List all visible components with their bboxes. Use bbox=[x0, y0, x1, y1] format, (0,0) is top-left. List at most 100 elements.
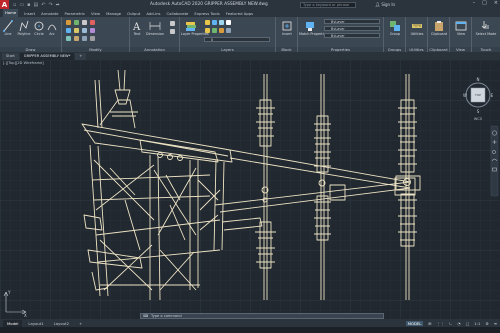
snap-icon[interactable]: ⋮⋮ bbox=[437, 321, 445, 326]
open-file-icon[interactable]: ▭ bbox=[19, 2, 24, 8]
layout-tab-model[interactable]: Model bbox=[3, 319, 23, 327]
utilities-tool[interactable]: Utilities bbox=[407, 20, 427, 36]
wcs-menu[interactable]: WCS bbox=[474, 117, 483, 121]
tab-output[interactable]: Output bbox=[127, 11, 140, 16]
polyline-tool[interactable]: Polyline bbox=[16, 20, 32, 36]
clipboard-panel: Clipboard Clipboard bbox=[428, 17, 450, 52]
trim-icon[interactable] bbox=[82, 20, 87, 25]
viewcube-south[interactable]: S bbox=[477, 109, 480, 114]
fillet-icon[interactable] bbox=[82, 28, 87, 33]
linetype-dropdown[interactable]: ByLayer bbox=[324, 33, 380, 38]
viewport-controls-label[interactable]: [-][Top][2D Wireframe] bbox=[3, 61, 44, 65]
tab-featured-apps[interactable]: Featured Apps bbox=[226, 11, 253, 16]
viewcube-north[interactable]: N bbox=[477, 77, 480, 82]
sign-in-button[interactable]: 👤︎ Sign In bbox=[375, 2, 395, 7]
layer-walk-icon[interactable] bbox=[212, 28, 217, 33]
offset-icon[interactable] bbox=[90, 36, 95, 41]
modify-panel: Modify bbox=[62, 17, 130, 52]
match-properties-icon bbox=[306, 22, 314, 31]
copy-icon[interactable] bbox=[66, 28, 71, 33]
undo-icon[interactable]: ↶ bbox=[41, 2, 45, 8]
layer-lock-icon[interactable] bbox=[219, 20, 224, 25]
tab-home[interactable]: Home bbox=[3, 9, 19, 17]
model-space-toggle[interactable]: MODEL bbox=[405, 320, 424, 326]
tab-insert[interactable]: Insert bbox=[24, 11, 35, 16]
file-tab-gripper-assembly[interactable]: GRIPPER ASSEMBLY NEW* bbox=[19, 53, 75, 60]
dimension-icon bbox=[149, 22, 161, 30]
tab-parametric[interactable]: Parametric bbox=[64, 11, 85, 16]
layer-isolate-icon[interactable] bbox=[205, 28, 210, 33]
group-tool[interactable]: Group bbox=[385, 20, 405, 36]
maximize-button[interactable]: □ bbox=[482, 0, 487, 6]
viewcube-face[interactable]: TOP bbox=[474, 93, 481, 97]
dimension-tool[interactable]: Dimension bbox=[144, 20, 166, 36]
line-tool[interactable]: Line bbox=[1, 20, 15, 36]
window-title: Autodesk AutoCAD 2020 GRIPPER ASSEMBLY N… bbox=[150, 2, 268, 7]
layer-dropdown[interactable]: 0 bbox=[204, 37, 270, 42]
ucs-x-label: X bbox=[24, 313, 27, 318]
minimize-button[interactable]: – bbox=[473, 0, 476, 6]
save-icon[interactable]: ▪ bbox=[27, 2, 30, 8]
share-icon[interactable]: ➦ bbox=[56, 2, 60, 8]
tab-manage[interactable]: Manage bbox=[106, 11, 121, 16]
clipboard-tool[interactable]: Clipboard bbox=[429, 20, 449, 36]
stretch-icon[interactable] bbox=[66, 36, 71, 41]
layer-previous-icon[interactable] bbox=[226, 28, 231, 33]
table-icon[interactable] bbox=[170, 29, 175, 34]
circle-tool[interactable]: Circle bbox=[33, 20, 45, 36]
layer-on-icon[interactable] bbox=[205, 20, 210, 25]
tab-collaborate[interactable]: Collaborate bbox=[167, 11, 189, 16]
arc-tool[interactable]: Arc bbox=[46, 20, 58, 36]
color-dropdown[interactable]: ByLayer bbox=[324, 19, 380, 24]
group-icon bbox=[390, 21, 400, 31]
viewcube-west[interactable]: W bbox=[463, 93, 467, 98]
move-icon[interactable] bbox=[66, 20, 71, 25]
lineweight-dropdown[interactable]: ByLayer bbox=[324, 26, 380, 31]
autocad-logo[interactable]: A bbox=[0, 0, 9, 9]
polar-icon[interactable]: ◔ bbox=[457, 321, 460, 326]
layer-dropdown-value: 0 bbox=[211, 38, 214, 42]
array-icon[interactable] bbox=[82, 36, 87, 41]
layer-properties-tool[interactable]: Layer Properties bbox=[181, 20, 209, 36]
annotation-scale[interactable]: 1:1 bbox=[474, 321, 480, 326]
workspace-gear-icon[interactable]: ⚙ bbox=[485, 321, 488, 326]
layout-tab-layout2[interactable]: Layout2 bbox=[50, 320, 73, 327]
customize-menu-icon[interactable]: ≡ bbox=[494, 321, 497, 326]
osnap-icon[interactable]: □ bbox=[466, 321, 470, 326]
tab-view[interactable]: View bbox=[91, 11, 100, 16]
layout-tab-layout1[interactable]: Layout1 bbox=[24, 320, 47, 327]
print-icon[interactable]: ▤ bbox=[34, 2, 39, 8]
dimension-label: Dimension bbox=[145, 32, 165, 36]
grid-icon[interactable]: ⊞ bbox=[428, 321, 431, 326]
layer-match-icon[interactable] bbox=[219, 28, 224, 33]
leader-icon[interactable] bbox=[170, 21, 175, 26]
layer-color-icon[interactable] bbox=[226, 20, 231, 25]
rotate-icon[interactable] bbox=[74, 20, 79, 25]
select-mode-tool[interactable]: Select Mode bbox=[474, 20, 498, 36]
select-mode-label: Select Mode bbox=[475, 32, 497, 36]
insert-tool[interactable]: Insert bbox=[277, 20, 297, 36]
erase-icon[interactable] bbox=[90, 20, 95, 25]
view-tool[interactable]: View bbox=[451, 20, 471, 36]
add-layout-button[interactable]: + bbox=[75, 320, 86, 327]
close-button[interactable]: × bbox=[494, 0, 498, 6]
ortho-icon[interactable]: ∟ bbox=[449, 321, 452, 326]
clipboard-label: Clipboard bbox=[430, 32, 448, 36]
explode-icon[interactable] bbox=[90, 28, 95, 33]
match-properties-tool[interactable]: Match Properties bbox=[299, 20, 328, 36]
tab-annotate[interactable]: Annotate bbox=[41, 11, 58, 16]
drawing-canvas[interactable]: Y X N S W E TOP WCS bbox=[0, 60, 500, 319]
tab-express-tools[interactable]: Express Tools bbox=[194, 11, 219, 16]
scale-icon[interactable] bbox=[74, 36, 79, 41]
tab-add-ins[interactable]: Add-ins bbox=[146, 11, 160, 16]
file-tab-start[interactable]: Start bbox=[2, 53, 19, 60]
arc-icon bbox=[47, 24, 57, 31]
redo-icon[interactable]: ↷ bbox=[48, 2, 52, 8]
select-mode-icon bbox=[481, 21, 489, 29]
text-tool[interactable]: A Text bbox=[131, 20, 143, 36]
layer-freeze-icon[interactable] bbox=[212, 20, 217, 25]
new-tab-button[interactable]: + bbox=[75, 53, 87, 60]
new-file-icon[interactable]: ▫ bbox=[13, 2, 16, 8]
search-input[interactable]: Type a keyword or phrase bbox=[300, 1, 356, 8]
mirror-icon[interactable] bbox=[74, 28, 79, 33]
